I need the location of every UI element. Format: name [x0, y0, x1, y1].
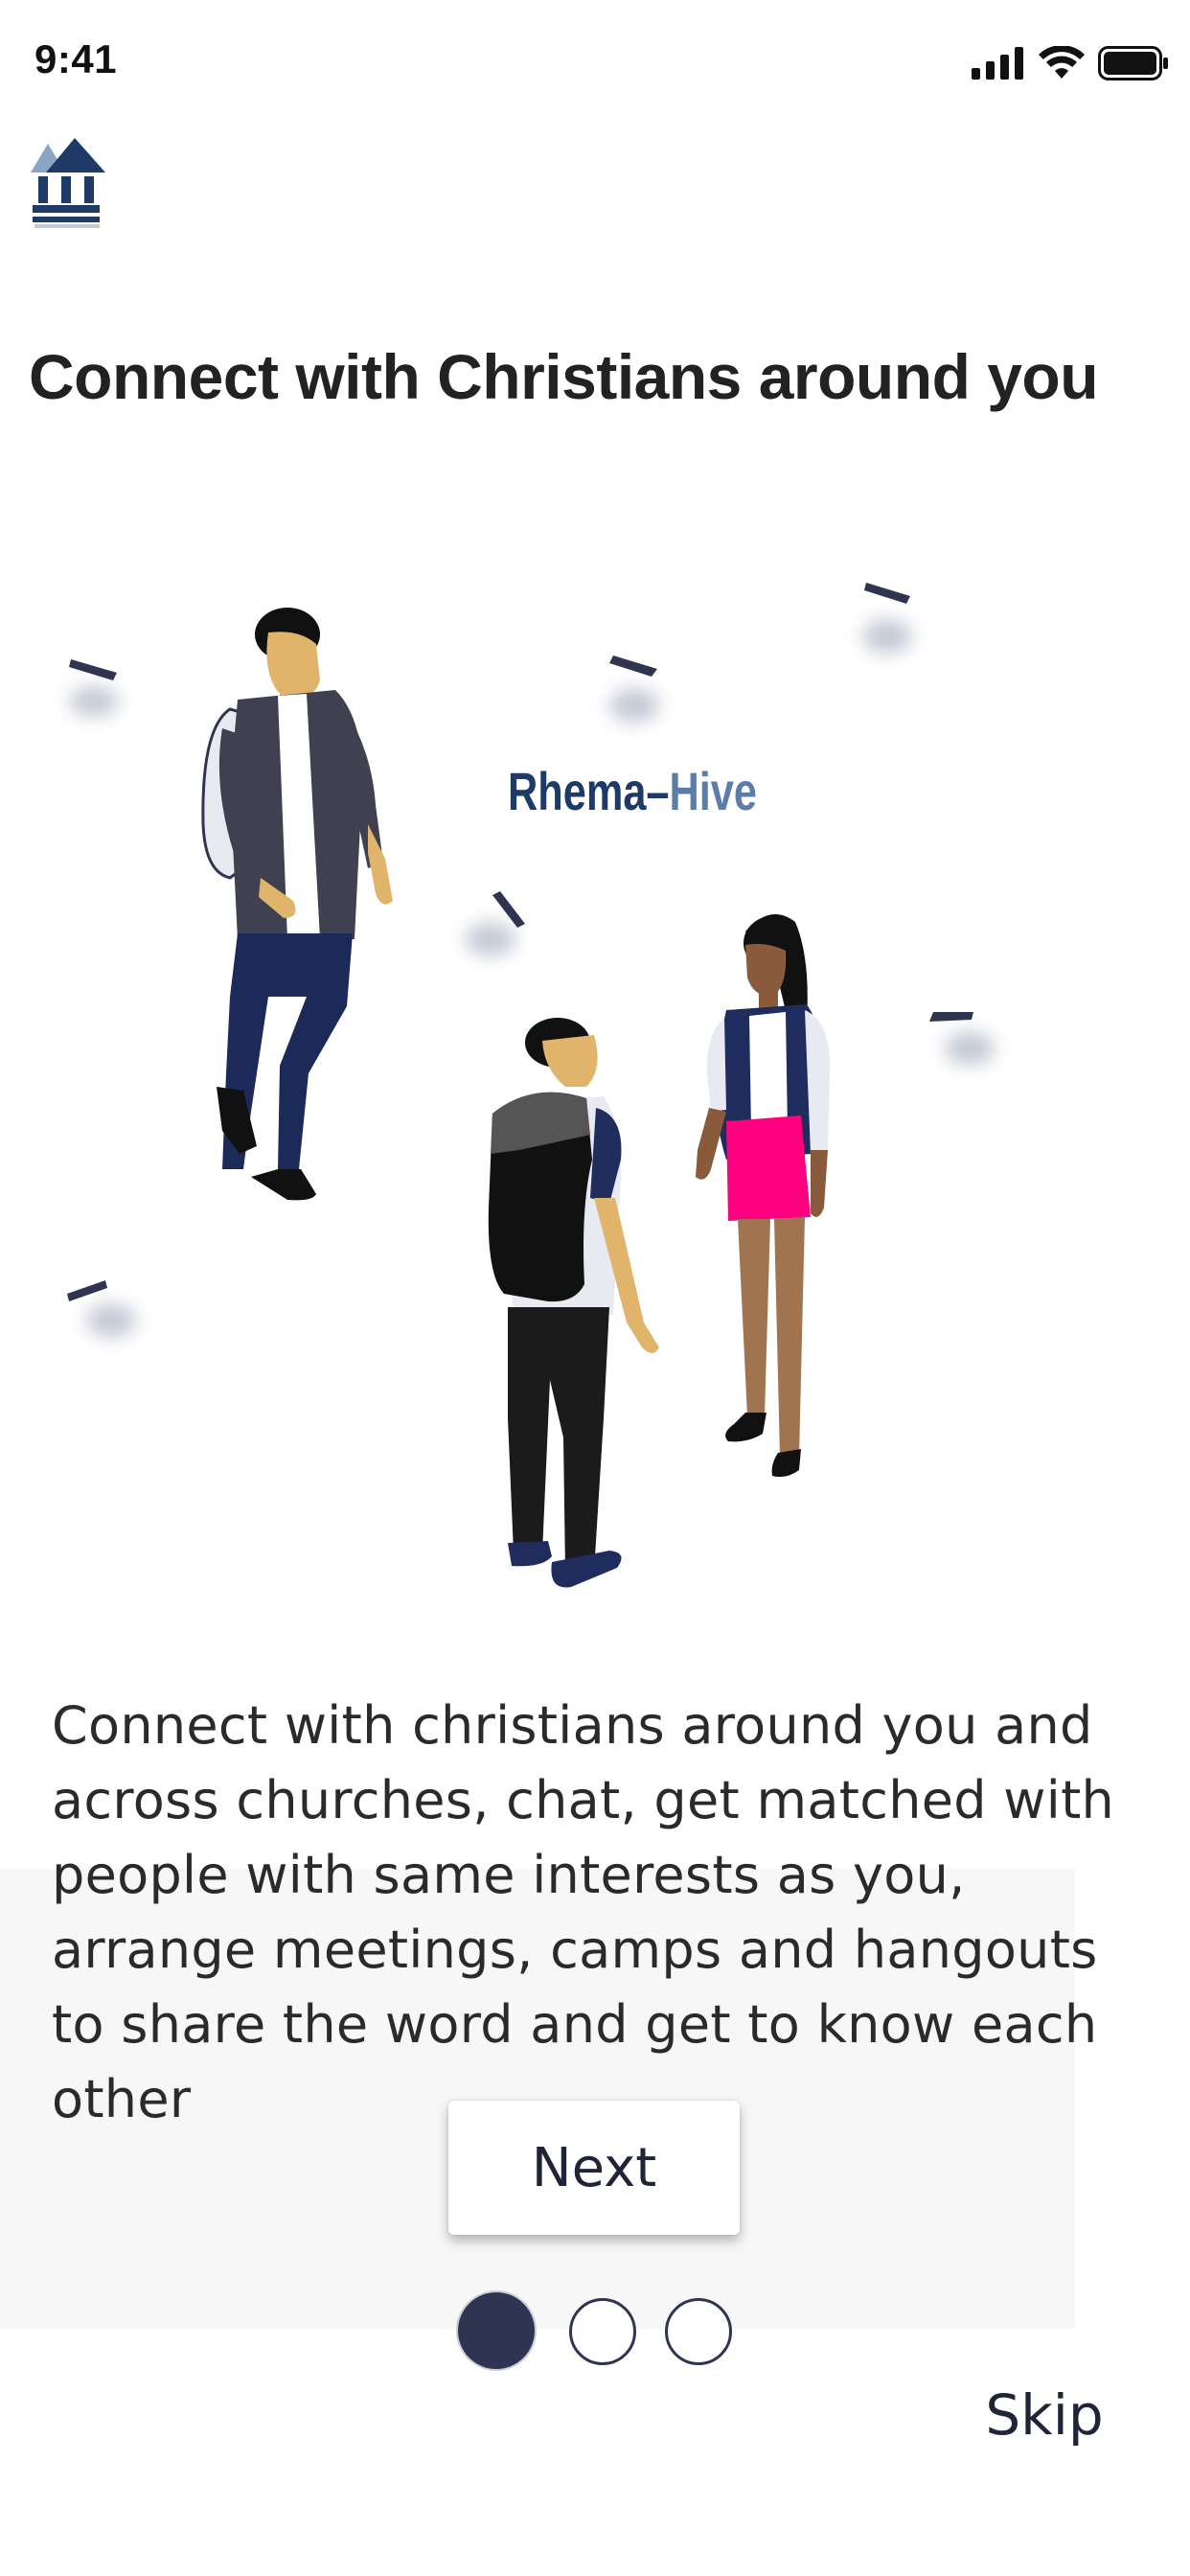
people-illustration: Rhema–Hive: [67, 583, 995, 1588]
woman-figure: [696, 914, 831, 1478]
signal-icon: [972, 47, 1023, 80]
man-backpack-figure: [488, 1018, 659, 1588]
battery-icon: [1098, 46, 1168, 80]
skip-button[interactable]: Skip: [958, 2377, 1131, 2453]
onboarding-description: Connect with christians around you and a…: [52, 1695, 1115, 2129]
page-dot-2[interactable]: [569, 2298, 636, 2365]
wifi-icon: [1039, 46, 1085, 79]
page-title: Connect with Christians around you: [29, 341, 1099, 412]
status-bar: 9:41: [0, 0, 1190, 125]
brand-text-sep: –: [646, 761, 669, 821]
status-icons: [972, 46, 1169, 80]
man-walking-figure: [201, 608, 393, 1201]
page-dot-1-active[interactable]: [456, 2290, 537, 2371]
brand-text-right: Hive: [670, 761, 757, 821]
page-dot-3[interactable]: [665, 2298, 732, 2365]
brand-text-left: Rhema: [508, 761, 647, 821]
status-time: 9:41: [34, 36, 118, 81]
church-building-icon: [31, 138, 105, 228]
brand-logo-text: Rhema–Hive: [508, 761, 757, 821]
next-button[interactable]: Next: [448, 2101, 740, 2235]
